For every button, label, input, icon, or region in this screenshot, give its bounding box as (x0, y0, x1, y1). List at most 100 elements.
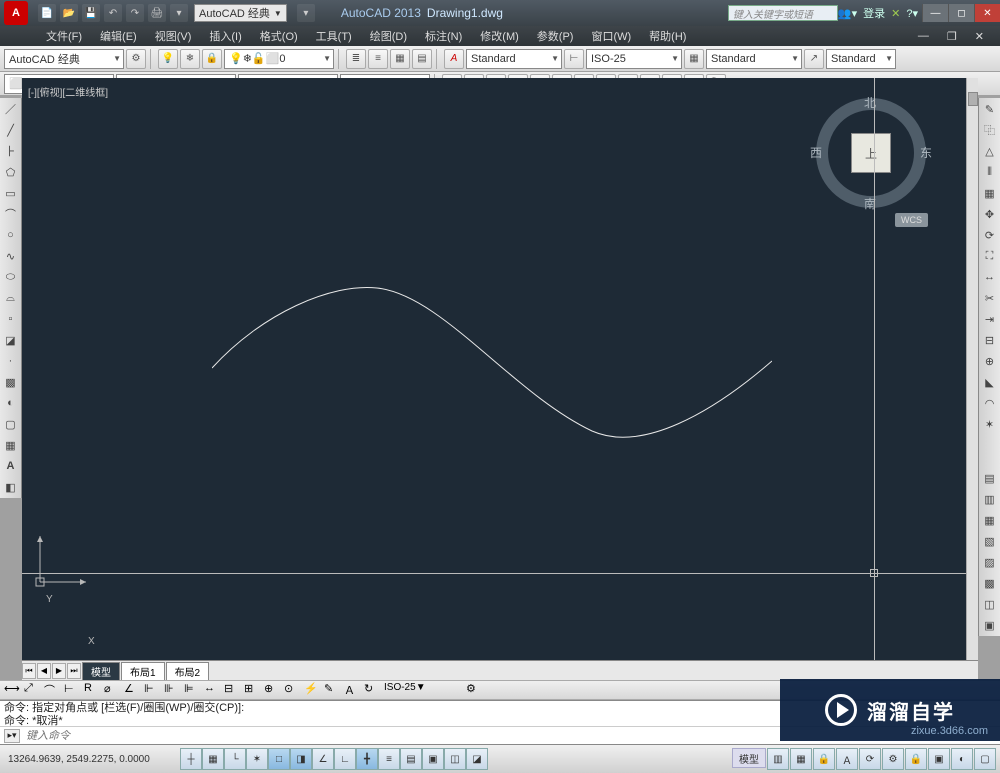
dim-quick-icon[interactable]: ⊩ (144, 682, 162, 698)
stretch-icon[interactable]: ↔ (981, 268, 999, 286)
join-icon[interactable]: ⊕ (981, 352, 999, 370)
xline-icon[interactable]: ╱ (2, 121, 20, 139)
mdi-restore-icon[interactable]: ❐ (939, 28, 965, 45)
tab-nav-next-icon[interactable]: ▶ (52, 663, 66, 679)
more-icon[interactable]: ▾ (170, 4, 188, 22)
snap-toggle-icon[interactable]: ┼ (180, 748, 202, 770)
coordinates-readout[interactable]: 13264.9639, 2549.2275, 0.0000 (0, 754, 170, 765)
maximize-button[interactable]: ◻ (948, 4, 974, 22)
layers-btn1-icon[interactable]: ≣ (346, 49, 366, 69)
trim-icon[interactable]: ✂ (981, 289, 999, 307)
chamfer-icon[interactable]: ◣ (981, 373, 999, 391)
sc-toggle-icon[interactable]: ◫ (444, 748, 466, 770)
text-icon[interactable]: A (2, 457, 20, 475)
break-icon[interactable]: ⊟ (981, 331, 999, 349)
open-icon[interactable]: 📂 (60, 4, 78, 22)
dimstyle-icon[interactable]: ⊢ (564, 49, 584, 69)
tab-nav-last-icon[interactable]: ⏭ (67, 663, 81, 679)
dyn-toggle-icon[interactable]: ╋ (356, 748, 378, 770)
dimstyle-manage-icon[interactable]: ⚙ (466, 682, 484, 698)
mirror-icon[interactable]: △ (981, 142, 999, 160)
viewcube-top[interactable]: 上 (851, 133, 891, 173)
dimstyle-bottom-combo[interactable]: ISO-25▼ (384, 682, 464, 698)
copy-icon[interactable]: ⿻ (981, 121, 999, 139)
markup-icon[interactable]: ▨ (981, 553, 999, 571)
anno-visibility-icon[interactable]: Ａ (836, 748, 858, 770)
properties-icon[interactable]: ▤ (981, 469, 999, 487)
modelspace-button[interactable]: 模型 (732, 748, 766, 768)
textstyle-icon[interactable]: A (444, 49, 464, 69)
vertical-scrollbar[interactable] (966, 78, 978, 660)
menu-help[interactable]: 帮助(H) (641, 26, 694, 46)
tolerance-icon[interactable]: ⊞ (244, 682, 262, 698)
exchange-icon[interactable]: ✕ (891, 7, 900, 20)
dim-radius-icon[interactable]: R (84, 682, 102, 698)
dim-diameter-icon[interactable]: ⌀ (104, 682, 122, 698)
grid-toggle-icon[interactable]: ▦ (202, 748, 224, 770)
sheet-set-icon[interactable]: ▧ (981, 532, 999, 550)
curve-object[interactable] (212, 283, 772, 443)
ortho-toggle-icon[interactable]: └ (224, 748, 246, 770)
anno-auto-icon[interactable]: ⟳ (859, 748, 881, 770)
dim-edit-icon[interactable]: ✎ (324, 682, 342, 698)
menu-view[interactable]: 视图(V) (147, 26, 200, 46)
am-toggle-icon[interactable]: ◪ (466, 748, 488, 770)
quickview-drawings-icon[interactable]: ▦ (790, 748, 812, 770)
menu-dimension[interactable]: 标注(N) (417, 26, 470, 46)
quickview-layouts-icon[interactable]: ▥ (767, 748, 789, 770)
help-icon[interactable]: ?▾ (906, 7, 918, 20)
menu-draw[interactable]: 绘图(D) (362, 26, 415, 46)
clean-screen-icon[interactable]: ▢ (974, 748, 996, 770)
spline-icon[interactable]: ∿ (2, 247, 20, 265)
workspace-switch-icon[interactable]: ⚙ (882, 748, 904, 770)
viewport-label[interactable]: [-][俯视][二维线框] (28, 84, 108, 99)
isolate-icon[interactable]: ◐ (951, 748, 973, 770)
textstyle-combo[interactable]: Standard▼ (466, 49, 562, 69)
dim-space-icon[interactable]: ↔ (204, 682, 222, 698)
menu-parametric[interactable]: 参数(P) (529, 26, 582, 46)
qp-toggle-icon[interactable]: ▣ (422, 748, 444, 770)
menu-insert[interactable]: 插入(I) (201, 26, 249, 46)
print-icon[interactable]: 🖨 (148, 4, 166, 22)
toolbar-lock-icon[interactable]: 🔒 (905, 748, 927, 770)
fillet-icon[interactable]: ◠ (981, 394, 999, 412)
quickcalc-icon[interactable]: ▩ (981, 574, 999, 592)
move-icon[interactable]: ✥ (981, 205, 999, 223)
point-icon[interactable]: · (2, 352, 20, 370)
tab-nav-first-icon[interactable]: ⏮ (22, 663, 36, 679)
tab-layout1[interactable]: 布局1 (121, 662, 165, 680)
wcs-badge[interactable]: WCS (895, 213, 928, 227)
minimize-button[interactable]: — (922, 4, 948, 22)
cmd-history-toggle-icon[interactable]: ▸▾ (4, 729, 20, 743)
palette-b-icon[interactable]: ▣ (981, 616, 999, 634)
arc-icon[interactable]: ⌒ (2, 205, 20, 223)
region-icon[interactable]: ▢ (2, 415, 20, 433)
inspect-icon[interactable]: ⊙ (284, 682, 302, 698)
tablestyle-combo[interactable]: Standard▼ (706, 49, 802, 69)
tool-palettes-icon[interactable]: ▦ (981, 511, 999, 529)
line-icon[interactable]: ／ (2, 100, 20, 118)
rectangle-icon[interactable]: ▭ (2, 184, 20, 202)
mleaderstyle-icon[interactable]: ↗ (804, 49, 824, 69)
layer-bulb-icon[interactable]: 💡 (158, 49, 178, 69)
qat-expand-icon[interactable]: ▾ (297, 4, 315, 22)
menu-file[interactable]: 文件(F) (38, 26, 90, 46)
viewcube-east[interactable]: 东 (920, 144, 932, 161)
tab-nav-prev-icon[interactable]: ◀ (37, 663, 51, 679)
rotate-icon[interactable]: ⟳ (981, 226, 999, 244)
layers-btn3-icon[interactable]: ▦ (390, 49, 410, 69)
login-button[interactable]: 登录 (863, 5, 885, 21)
mdi-min-icon[interactable]: — (910, 28, 937, 44)
insert-icon[interactable]: ▫ (2, 310, 20, 328)
scale-icon[interactable]: ⛶ (981, 247, 999, 265)
menu-edit[interactable]: 编辑(E) (92, 26, 145, 46)
dim-angular-icon[interactable]: ∠ (124, 682, 142, 698)
lwt-toggle-icon[interactable]: ≡ (378, 748, 400, 770)
dim-ordinate-icon[interactable]: ⊢ (64, 682, 82, 698)
viewcube[interactable]: 上 北 南 东 西 (816, 98, 926, 208)
polyline-icon[interactable]: ⺊ (2, 142, 20, 160)
tablestyle-icon[interactable]: ▦ (684, 49, 704, 69)
layer-freeze-icon[interactable]: ❄ (180, 49, 200, 69)
design-center-icon[interactable]: ▥ (981, 490, 999, 508)
dim-arc-icon[interactable]: ⌒ (44, 682, 62, 698)
